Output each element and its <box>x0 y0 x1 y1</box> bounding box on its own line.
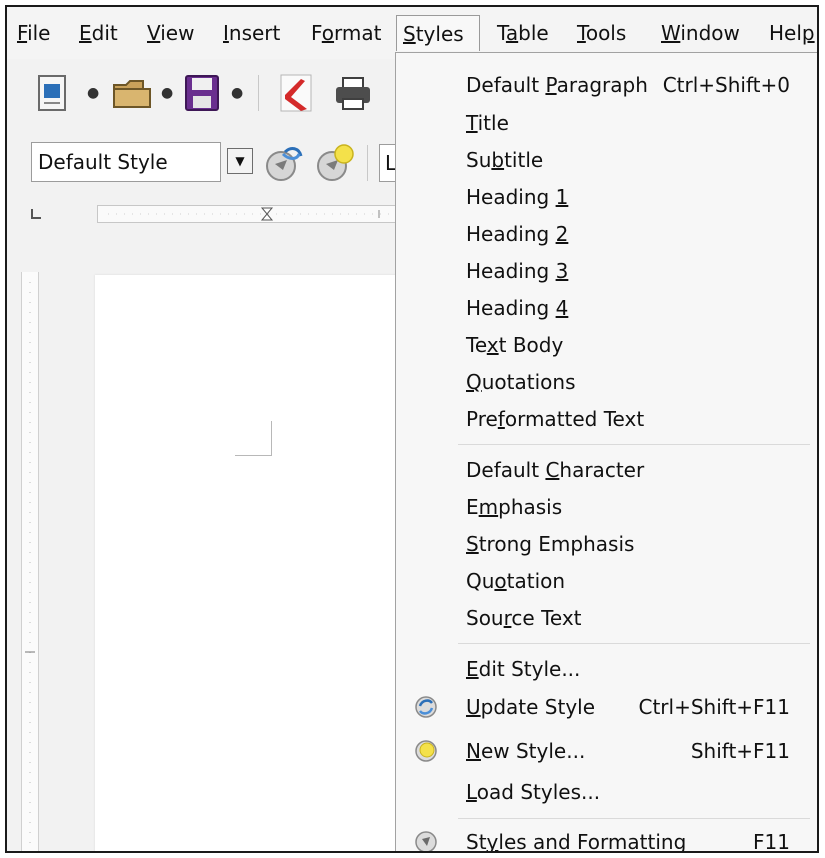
menu-item-heading-4[interactable]: Heading 4 <box>396 290 817 326</box>
menu-item-heading-3[interactable]: Heading 3 <box>396 253 817 289</box>
ruler-ticks <box>108 207 398 221</box>
menu-separator <box>458 818 810 819</box>
menu-item-load-styles[interactable]: Load Styles... <box>396 774 817 810</box>
update-style-toolbar-icon[interactable] <box>261 142 305 184</box>
menu-table[interactable]: Table <box>491 15 555 51</box>
shortcut-label: Ctrl+Shift+F11 <box>638 695 790 719</box>
menu-file[interactable]: File <box>11 15 56 51</box>
save-dropdown-arrow-icon[interactable]: ● <box>231 85 243 101</box>
print-icon[interactable] <box>333 75 373 113</box>
paragraph-style-select[interactable]: Default Style <box>31 142 221 182</box>
menu-window[interactable]: Window <box>655 15 746 51</box>
menu-item-preformatted-text[interactable]: Preformatted Text <box>396 401 817 437</box>
new-style-icon <box>415 740 437 762</box>
menu-item-default-paragraph[interactable]: Default Paragraph Ctrl+Shift+0 <box>396 67 817 103</box>
menu-view[interactable]: View <box>141 15 200 51</box>
vertical-ruler-ticks <box>25 282 35 851</box>
menu-tools[interactable]: Tools <box>571 15 632 51</box>
toolbar-separator <box>258 75 259 111</box>
menu-item-quotation[interactable]: Quotation <box>396 563 817 599</box>
tab-stop-selector-icon[interactable] <box>29 207 43 221</box>
menu-item-title[interactable]: Title <box>396 105 817 141</box>
menu-styles[interactable]: Styles <box>396 15 480 51</box>
menu-item-update-style[interactable]: Update Style Ctrl+Shift+F11 <box>396 689 817 725</box>
menu-edit[interactable]: Edit <box>73 15 124 51</box>
new-dropdown-arrow-icon[interactable]: ● <box>87 85 99 101</box>
menu-item-default-character[interactable]: Default Character <box>396 452 817 488</box>
export-pdf-icon[interactable] <box>277 71 315 115</box>
vertical-ruler[interactable] <box>21 272 39 851</box>
shortcut-label: F11 <box>753 830 790 853</box>
new-document-icon[interactable] <box>35 73 71 113</box>
new-style-toolbar-icon[interactable] <box>312 142 356 184</box>
styles-formatting-icon <box>415 831 437 851</box>
menu-separator <box>458 643 810 644</box>
shortcut-label: Shift+F11 <box>690 739 790 763</box>
menu-item-heading-1[interactable]: Heading 1 <box>396 179 817 215</box>
menu-separator <box>458 444 810 445</box>
menu-format[interactable]: Format <box>305 15 388 51</box>
menu-insert[interactable]: Insert <box>217 15 286 51</box>
document-page[interactable] <box>95 275 425 851</box>
menu-item-emphasis[interactable]: Emphasis <box>396 489 817 525</box>
menu-item-edit-style[interactable]: Edit Style... <box>396 651 817 687</box>
horizontal-ruler[interactable] <box>97 205 409 223</box>
menu-item-source-text[interactable]: Source Text <box>396 600 817 636</box>
shortcut-label: Ctrl+Shift+0 <box>662 73 790 97</box>
menu-item-styles-and-formatting[interactable]: Styles and Formatting F11 <box>396 824 817 853</box>
menu-help[interactable]: Help <box>763 15 817 51</box>
text-boundary-corner <box>235 421 272 456</box>
menu-item-quotations[interactable]: Quotations <box>396 364 817 400</box>
open-dropdown-arrow-icon[interactable]: ● <box>161 85 173 101</box>
styles-menu: Default Paragraph Ctrl+Shift+0 Title Sub… <box>395 52 817 853</box>
menu-item-new-style[interactable]: New Style... Shift+F11 <box>396 733 817 769</box>
save-icon[interactable] <box>183 73 221 113</box>
open-folder-icon[interactable] <box>111 75 153 113</box>
toolbar-separator <box>367 145 368 181</box>
menu-item-text-body[interactable]: Text Body <box>396 327 817 363</box>
menu-item-subtitle[interactable]: Subtitle <box>396 142 817 178</box>
writer-window: File Edit View Insert Format Styles Tabl… <box>5 5 819 853</box>
menu-item-heading-2[interactable]: Heading 2 <box>396 216 817 252</box>
paragraph-style-dropdown-button[interactable]: ▼ <box>227 148 253 174</box>
menu-item-strong-emphasis[interactable]: Strong Emphasis <box>396 526 817 562</box>
update-style-icon <box>415 696 437 718</box>
